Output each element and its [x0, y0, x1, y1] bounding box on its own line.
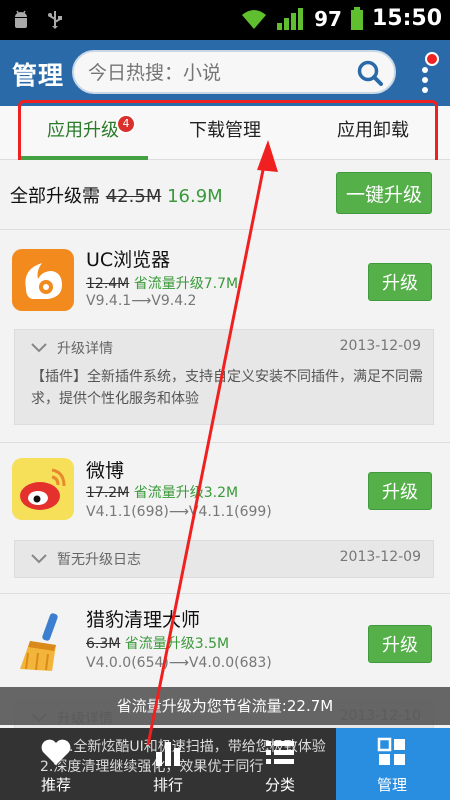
app-bar: 管理: [0, 40, 450, 106]
app-save-text: 省流量升级7.7M: [133, 276, 239, 292]
summary-new-size: 16.9M: [167, 186, 223, 207]
bottom-navigation: 1.全新炫酷UI和极速扫描，带给您极致体验 2.深度清理继续强化，效果优于同行 …: [0, 728, 450, 800]
app-version: V4.0.0(654)⟶V4.0.0(683): [86, 655, 272, 671]
android-icon: [15, 10, 27, 28]
nav-category[interactable]: 分类: [224, 728, 336, 800]
app-save-text: 省流量升级3.2M: [133, 485, 239, 501]
app-old-size: 17.2M: [86, 485, 130, 501]
summary-text: 全部升级需 42.5M 16.9M: [10, 182, 223, 208]
summary-prefix: 全部升级需: [10, 186, 100, 207]
search-box[interactable]: [72, 50, 396, 94]
app-name: 微博: [86, 460, 125, 482]
search-input[interactable]: [88, 60, 348, 86]
app-old-size: 12.4M: [86, 276, 130, 292]
wifi-icon: [242, 9, 267, 29]
detail-date: 2013-12-09: [339, 549, 421, 565]
upgrade-summary: 全部升级需 42.5M 16.9M 一键升级: [0, 160, 450, 230]
nav-label: 管理: [376, 776, 407, 794]
battery-icon: [350, 6, 363, 30]
search-icon[interactable]: [356, 59, 384, 87]
status-time: 15:50: [371, 6, 442, 31]
detail-header: 升级详情: [31, 338, 113, 358]
signal-icon: [277, 7, 304, 30]
summary-old-size: 42.5M: [105, 186, 162, 207]
status-bar: 97 15:50: [0, 0, 450, 40]
nav-label: 推荐: [40, 776, 71, 794]
upgrade-detail-panel[interactable]: 暂无升级日志 2013-12-09: [14, 540, 434, 578]
weibo-app-icon: [12, 458, 74, 520]
tab-highlight-annotation: [18, 100, 438, 168]
detail-title: 暂无升级日志: [57, 552, 141, 568]
uc-browser-app-icon: [12, 249, 74, 311]
app-name: UC浏览器: [86, 249, 171, 271]
app-screen: 97 15:50 管理 应用升级 4: [0, 0, 450, 800]
nav-ranking[interactable]: 排行: [112, 728, 224, 800]
app-old-size: 6.3M: [86, 636, 121, 652]
nav-manage[interactable]: 管理: [336, 728, 450, 800]
upgrade-detail-panel[interactable]: 升级详情 2013-12-09 【插件】全新插件系统，支持自定义安装不同插件，满…: [14, 329, 434, 425]
app-card-uc-browser: UC浏览器 12.4M 省流量升级7.7M V9.4.1⟶V9.4.2 升级 升…: [0, 231, 450, 443]
heart-icon: [41, 739, 71, 765]
app-sizes: 6.3M 省流量升级3.5M: [86, 633, 229, 653]
nav-label: 排行: [152, 776, 183, 794]
detail-title: 升级详情: [57, 341, 113, 357]
app-sizes: 12.4M 省流量升级7.7M: [86, 273, 238, 293]
page-title: 管理: [12, 61, 65, 90]
app-sizes: 17.2M 省流量升级3.2M: [86, 482, 238, 502]
upgrade-button[interactable]: 升级: [368, 472, 432, 510]
detail-date: 2013-12-09: [339, 338, 421, 354]
upgrade-all-button[interactable]: 一键升级: [336, 172, 432, 214]
app-version: V4.1.1(698)⟶V4.1.1(699): [86, 504, 272, 520]
app-save-text: 省流量升级3.5M: [124, 636, 230, 652]
app-version: V9.4.1⟶V9.4.2: [86, 293, 197, 309]
nav-recommend[interactable]: 推荐: [0, 728, 112, 800]
upgrade-button[interactable]: 升级: [368, 263, 432, 301]
chevron-down-icon[interactable]: [31, 343, 47, 353]
nav-label: 分类: [264, 776, 295, 794]
clean-master-app-icon: [12, 611, 74, 673]
app-name: 猎豹清理大师: [86, 609, 201, 631]
grid-icon: [377, 737, 405, 765]
detail-header: 暂无升级日志: [31, 549, 141, 569]
list-icon: [266, 741, 294, 764]
status-right: 97 15:50: [240, 6, 442, 31]
battery-level: 97: [314, 6, 342, 31]
detail-body: 【插件】全新插件系统，支持自定义安装不同插件，满足不同需求，提供个性化服务和体验: [31, 369, 423, 407]
data-saved-toast: 省流量升级为您节省流量:22.7M: [0, 687, 450, 725]
overflow-menu-icon[interactable]: [414, 50, 440, 96]
bar-chart-icon: [156, 742, 180, 766]
status-left: [10, 9, 64, 31]
usb-icon: [48, 11, 62, 29]
app-card-weibo: 微博 17.2M 省流量升级3.2M V4.1.1(698)⟶V4.1.1(69…: [0, 444, 450, 594]
upgrade-button[interactable]: 升级: [368, 625, 432, 663]
chevron-down-icon[interactable]: [31, 554, 47, 564]
